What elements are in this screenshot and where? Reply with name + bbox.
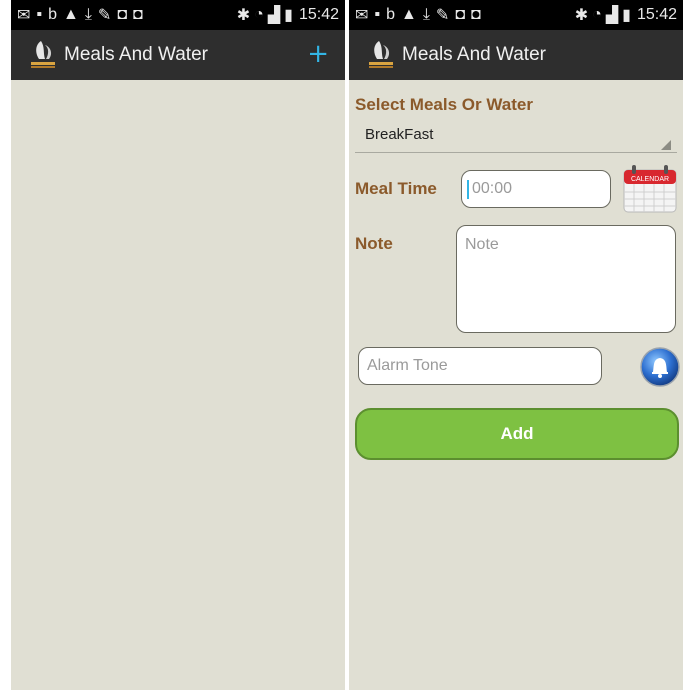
download-icon: ⤓ <box>84 6 92 23</box>
signal-icon: ▟ <box>605 7 619 24</box>
warning-icon: ▲ <box>400 6 417 23</box>
meal-time-input[interactable] <box>470 171 602 207</box>
app-title: Meals And Water <box>64 44 208 65</box>
video-icon: ▪ <box>374 6 381 23</box>
selected-meal: BreakFast <box>365 126 434 143</box>
bag-icon: ◘ <box>132 6 143 23</box>
add-button[interactable]: Add <box>355 408 679 460</box>
bell-icon[interactable] <box>639 346 681 388</box>
add-meal-screen: ✉ ▪ b ▲ ⤓ ✎ ◘ ◘ ✱ ◔ ▟ ▮ 15:42 Meals And … <box>349 0 683 690</box>
text-cursor <box>467 180 469 199</box>
meal-time-label: Meal Time <box>355 179 437 198</box>
bag-icon: ◘ <box>455 6 465 23</box>
signal-icon: ▟ <box>267 7 281 24</box>
beats-icon: b <box>386 6 395 23</box>
bag-icon: ◘ <box>117 6 127 23</box>
action-bar: Meals And Water + <box>11 30 345 80</box>
meals-list-screen: ✉ ▪ b ▲ ⤓ ✎ ◘ ◘ ✱ ◔ ▟ ▮ 15:42 Meals And … <box>11 0 345 690</box>
bluetooth-icon: ✱ <box>236 7 251 24</box>
select-meals-label: Select Meals Or Water <box>355 95 533 114</box>
calendar-icon-text: CALENDAR <box>631 176 669 183</box>
battery-icon: ▮ <box>622 7 631 24</box>
notification-icons: ✉ ▪ b ▲ ⤓ ✎ ◘ ◘ <box>17 3 149 27</box>
elderly-app-logo-icon[interactable] <box>367 39 395 71</box>
clock: 15:42 <box>298 6 339 23</box>
note-textarea[interactable] <box>463 234 669 324</box>
pencil-icon: ✎ <box>435 7 450 24</box>
add-icon[interactable]: + <box>307 39 329 69</box>
clock: 15:42 <box>636 6 677 23</box>
dropdown-arrow-icon <box>661 140 671 150</box>
notification-icons: ✉ ▪ b ▲ ⤓ ✎ ◘ ◘ <box>355 3 487 27</box>
download-icon: ⤓ <box>422 6 430 23</box>
battery-icon: ▮ <box>284 7 293 24</box>
status-bar: ✉ ▪ b ▲ ⤓ ✎ ◘ ◘ ✱ ◔ ▟ ▮ 15:42 <box>349 0 683 30</box>
elderly-app-logo-icon[interactable] <box>29 39 57 71</box>
system-icons: ✱ ◔ ▟ ▮ 15:42 <box>571 3 677 27</box>
note-field[interactable] <box>456 225 676 333</box>
pencil-icon: ✎ <box>97 7 112 24</box>
note-label: Note <box>355 234 393 253</box>
alarm-tone-input[interactable] <box>365 348 595 384</box>
app-title: Meals And Water <box>402 44 546 65</box>
action-bar: Meals And Water <box>349 30 683 80</box>
bluetooth-icon: ✱ <box>574 7 589 24</box>
video-icon: ▪ <box>36 6 43 23</box>
mail-icon: ✉ <box>17 7 31 24</box>
mail-icon: ✉ <box>355 7 369 24</box>
meal-type-spinner[interactable]: BreakFast <box>355 118 677 153</box>
warning-icon: ▲ <box>62 6 79 23</box>
bag-icon: ◘ <box>470 6 481 23</box>
system-icons: ✱ ◔ ▟ ▮ 15:42 <box>233 3 339 27</box>
alarm-tone-field[interactable] <box>358 347 602 385</box>
meal-time-field[interactable] <box>461 170 611 208</box>
wifi-icon: ◔ <box>254 6 264 23</box>
wifi-icon: ◔ <box>592 6 602 23</box>
calendar-icon[interactable]: CALENDAR <box>622 164 678 214</box>
beats-icon: b <box>48 6 57 23</box>
status-bar: ✉ ▪ b ▲ ⤓ ✎ ◘ ◘ ✱ ◔ ▟ ▮ 15:42 <box>11 0 345 30</box>
